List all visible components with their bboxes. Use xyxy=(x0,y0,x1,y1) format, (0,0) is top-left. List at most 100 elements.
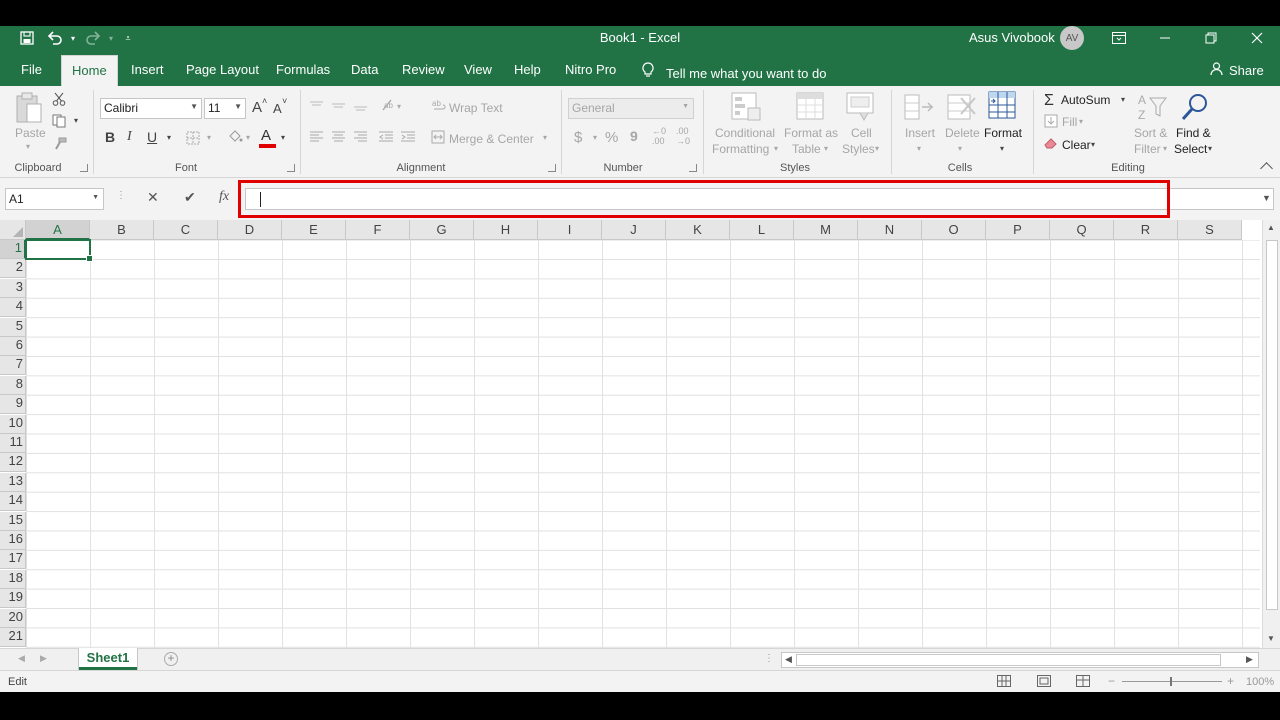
merge-center-icon[interactable] xyxy=(431,130,445,147)
share-button[interactable]: Share xyxy=(1210,62,1264,78)
scroll-right-icon[interactable]: ▶ xyxy=(1246,654,1253,665)
cell-styles-button[interactable]: Cell xyxy=(851,126,872,140)
alignment-launcher-icon[interactable] xyxy=(548,164,556,172)
increase-decimal-button[interactable]: ←0.00 xyxy=(652,126,666,146)
insert-cells-dropdown-icon[interactable]: ▾ xyxy=(917,144,921,153)
tab-view[interactable]: View xyxy=(464,62,492,77)
zoom-slider-track[interactable] xyxy=(1122,681,1222,682)
number-format-box[interactable]: General ▼ xyxy=(568,98,694,119)
active-cell[interactable] xyxy=(25,239,93,262)
vertical-scrollbar[interactable]: ▲ ▼ xyxy=(1262,220,1280,648)
format-as-table-dropdown-icon[interactable]: ▾ xyxy=(824,144,828,153)
prev-sheet-icon[interactable]: ◀ xyxy=(18,653,25,664)
clear-button[interactable]: Clear xyxy=(1062,138,1091,152)
find-select-button[interactable]: Find & xyxy=(1176,126,1211,140)
cell-styles-icon[interactable] xyxy=(846,92,876,125)
column-header-b[interactable]: B xyxy=(90,220,154,240)
row-header-16[interactable]: 16 xyxy=(0,531,26,550)
font-color-dropdown-icon[interactable]: ▾ xyxy=(281,133,285,142)
format-cells-icon[interactable] xyxy=(988,91,1018,124)
copy-icon[interactable] xyxy=(52,114,68,131)
underline-button[interactable]: U xyxy=(147,129,157,145)
expand-formula-bar-icon[interactable]: ▼ xyxy=(1262,193,1271,203)
clipboard-launcher-icon[interactable] xyxy=(80,164,88,172)
cut-icon[interactable] xyxy=(52,92,66,109)
format-as-table-icon[interactable] xyxy=(796,92,826,125)
zoom-slider-thumb[interactable] xyxy=(1170,677,1172,686)
find-select-dropdown-icon[interactable]: ▾ xyxy=(1208,144,1212,153)
user-name[interactable]: Asus Vivobook xyxy=(969,30,1055,45)
find-select-label-2[interactable]: Select xyxy=(1174,142,1207,156)
insert-cells-icon[interactable] xyxy=(904,92,934,125)
sort-filter-dropdown-icon[interactable]: ▾ xyxy=(1163,144,1167,153)
cancel-entry-button[interactable]: ✕ xyxy=(147,189,159,206)
format-cells-button[interactable]: Format xyxy=(984,126,1022,140)
avatar[interactable]: AV xyxy=(1060,26,1084,50)
format-as-table-button[interactable]: Format as xyxy=(784,126,838,140)
normal-view-icon[interactable] xyxy=(997,675,1011,687)
column-header-d[interactable]: D xyxy=(218,220,282,240)
column-header-q[interactable]: Q xyxy=(1050,220,1114,240)
delete-cells-icon[interactable] xyxy=(947,92,977,125)
tab-page-layout[interactable]: Page Layout xyxy=(186,62,259,77)
scroll-left-icon[interactable]: ◀ xyxy=(785,654,792,665)
align-top-icon[interactable] xyxy=(309,100,369,115)
delete-cells-dropdown-icon[interactable]: ▾ xyxy=(958,144,962,153)
column-header-h[interactable]: H xyxy=(474,220,538,240)
row-header-13[interactable]: 13 xyxy=(0,472,26,492)
name-box[interactable]: A1 ▼ xyxy=(5,188,104,210)
tab-data[interactable]: Data xyxy=(351,62,378,77)
conditional-formatting-label-2[interactable]: Formatting xyxy=(712,142,769,156)
zoom-out-button[interactable]: − xyxy=(1108,674,1115,688)
autosum-dropdown-icon[interactable]: ▾ xyxy=(1121,95,1125,104)
merge-center-button[interactable]: Merge & Center xyxy=(449,132,534,146)
add-sheet-icon[interactable]: + xyxy=(164,652,178,666)
wrap-text-button[interactable]: Wrap Text xyxy=(449,101,503,115)
paste-dropdown-icon[interactable]: ▾ xyxy=(26,142,30,151)
tell-me-search[interactable]: Tell me what you want to do xyxy=(642,62,826,81)
paste-button[interactable]: Paste xyxy=(15,126,46,140)
column-header-n[interactable]: N xyxy=(858,220,922,240)
row-header-7[interactable]: 7 xyxy=(0,356,26,376)
currency-dropdown-icon[interactable]: ▾ xyxy=(593,133,597,142)
font-launcher-icon[interactable] xyxy=(287,164,295,172)
currency-button[interactable]: $ xyxy=(574,129,582,146)
sheet-tab-sheet1[interactable]: Sheet1 xyxy=(79,648,137,670)
splitter-icon[interactable]: ⋮ xyxy=(764,653,774,664)
row-header-17[interactable]: 17 xyxy=(0,550,26,570)
column-header-m[interactable]: M xyxy=(794,220,858,240)
insert-function-button[interactable]: fx xyxy=(219,189,229,205)
sort-filter-icon[interactable]: AZ xyxy=(1136,92,1168,125)
column-header-p[interactable]: P xyxy=(986,220,1050,240)
next-sheet-icon[interactable]: ▶ xyxy=(40,653,47,664)
tab-nitro-pro[interactable]: Nitro Pro xyxy=(565,62,616,77)
row-header-10[interactable]: 10 xyxy=(0,414,26,434)
column-header-g[interactable]: G xyxy=(410,220,474,240)
zoom-level[interactable]: 100% xyxy=(1246,676,1274,688)
conditional-formatting-button[interactable]: Conditional xyxy=(715,126,775,140)
zoom-in-button[interactable]: + xyxy=(1227,674,1234,688)
eraser-icon[interactable] xyxy=(1044,137,1058,152)
orientation-icon[interactable]: ab ▾ xyxy=(381,98,405,115)
cell-styles-label-2[interactable]: Styles xyxy=(842,142,875,156)
restore-icon[interactable] xyxy=(1201,28,1221,48)
conditional-formatting-dropdown-icon[interactable]: ▾ xyxy=(774,144,778,153)
scroll-down-icon[interactable]: ▼ xyxy=(1267,634,1275,643)
font-name-box[interactable]: Calibri ▼ xyxy=(100,98,202,119)
row-header-4[interactable]: 4 xyxy=(0,298,26,318)
format-painter-icon[interactable] xyxy=(53,137,67,154)
column-header-f[interactable]: F xyxy=(346,220,410,240)
comma-style-button[interactable]: 9 xyxy=(630,128,638,144)
row-header-3[interactable]: 3 xyxy=(0,278,26,298)
row-header-5[interactable]: 5 xyxy=(0,317,26,337)
column-header-r[interactable]: R xyxy=(1114,220,1178,240)
column-header-e[interactable]: E xyxy=(282,220,346,240)
underline-dropdown-icon[interactable]: ▾ xyxy=(167,133,171,142)
row-header-6[interactable]: 6 xyxy=(0,337,26,356)
cell-area[interactable] xyxy=(26,240,1260,648)
column-header-i[interactable]: I xyxy=(538,220,602,240)
column-header-j[interactable]: J xyxy=(602,220,666,240)
font-size-box[interactable]: 11 ▼ xyxy=(204,98,246,119)
percent-button[interactable]: % xyxy=(605,129,618,146)
row-header-2[interactable]: 2 xyxy=(0,259,26,279)
